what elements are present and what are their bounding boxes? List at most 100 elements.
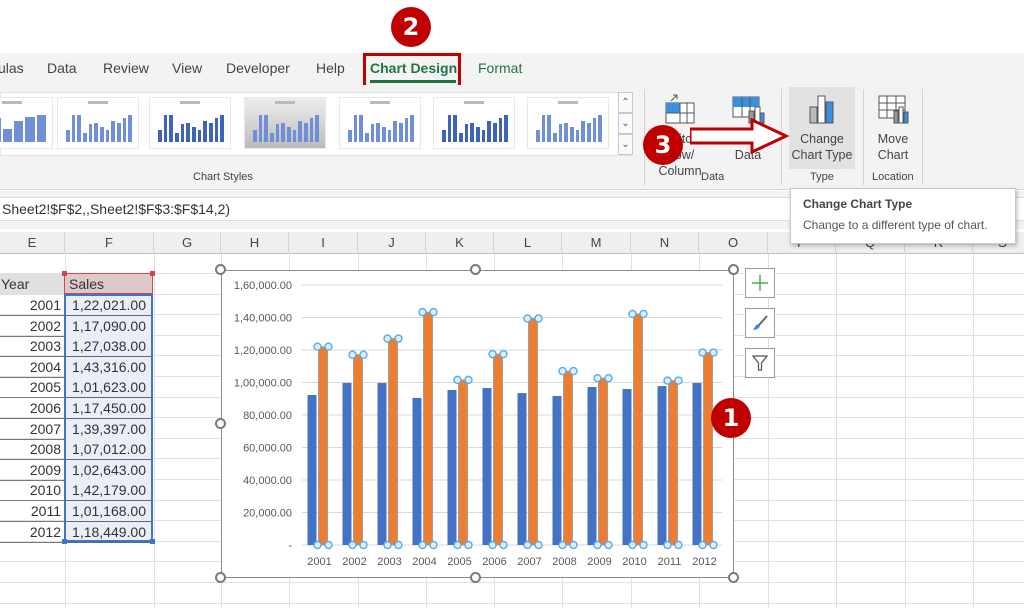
selection-handle <box>499 349 508 359</box>
column-header-k[interactable]: K <box>426 232 494 254</box>
bar-series1 <box>377 382 387 545</box>
change-chart-type-label-2: Chart Type <box>791 148 853 162</box>
tab-developer[interactable]: Developer <box>226 60 290 76</box>
year-cell[interactable]: 2006 <box>0 398 64 419</box>
column-header-h[interactable]: H <box>221 232 289 254</box>
tab-data[interactable]: Data <box>47 60 77 76</box>
column-header-i[interactable]: I <box>289 232 358 254</box>
selection-handle <box>569 366 578 376</box>
year-cell[interactable]: 2010 <box>0 480 64 502</box>
bar-sales <box>353 354 363 546</box>
range-handle[interactable] <box>62 271 67 276</box>
switch-row-column-label-2: Column <box>658 164 702 178</box>
year-cell[interactable]: 2003 <box>0 336 64 358</box>
change-chart-type-button[interactable]: Change Chart Type <box>789 87 855 169</box>
bar-sales <box>598 377 608 546</box>
chart-resize-handle[interactable] <box>470 572 481 583</box>
tab-view[interactable]: View <box>172 60 202 76</box>
selection-handle <box>359 350 368 359</box>
year-cell[interactable]: 2005 <box>0 377 64 399</box>
chart-style-thumb[interactable] <box>433 97 515 149</box>
bar-sales <box>458 379 468 546</box>
chart-resize-handle[interactable] <box>215 418 226 429</box>
tooltip-title: Change Chart Type <box>803 197 913 211</box>
sales-cell[interactable]: 1,01,623.00 <box>66 377 152 399</box>
column-header-g[interactable]: G <box>154 232 221 254</box>
chart-resize-handle[interactable] <box>215 264 226 275</box>
range-handle[interactable] <box>150 539 155 544</box>
sales-cell[interactable]: 1,18,449.00 <box>66 521 152 543</box>
year-cell[interactable]: 2008 <box>0 439 64 461</box>
tab-review[interactable]: Review <box>103 60 149 76</box>
selection-handle <box>709 348 718 357</box>
chart-styles-button[interactable] <box>745 308 775 338</box>
selection-handle <box>569 540 578 550</box>
tab-formulas[interactable]: ulas <box>0 60 24 76</box>
sales-cell[interactable]: 1,43,316.00 <box>66 356 152 378</box>
chart-style-thumb[interactable] <box>57 97 139 149</box>
year-cell[interactable]: 2012 <box>0 522 64 543</box>
sales-cell[interactable]: 1,22,021.00 <box>66 295 152 316</box>
chart-resize-handle[interactable] <box>728 572 739 583</box>
change-chart-type-label-1: Change <box>800 132 844 146</box>
x-tick-label: 2002 <box>342 556 366 568</box>
sales-cell[interactable]: 1,17,090.00 <box>66 315 152 337</box>
sales-cell[interactable]: 1,27,038.00 <box>66 336 152 358</box>
selection-handle <box>698 348 707 357</box>
selection-handle <box>674 376 683 385</box>
selection-handle <box>313 342 322 351</box>
bar-sales <box>528 317 538 546</box>
sales-cell[interactable]: 1,02,643.00 <box>66 459 152 481</box>
x-tick-label: 2001 <box>307 556 331 568</box>
x-tick-label: 2011 <box>658 556 682 568</box>
chart-resize-handle[interactable] <box>728 264 739 275</box>
chart-resize-handle[interactable] <box>215 572 226 583</box>
x-tick-label: 2008 <box>552 556 576 568</box>
header-year[interactable]: Year <box>0 274 64 295</box>
chart-style-thumb[interactable] <box>0 97 53 149</box>
year-cell[interactable]: 2002 <box>0 316 64 337</box>
chart-style-thumb-selected[interactable] <box>244 97 326 149</box>
column-header-m[interactable]: M <box>562 232 631 254</box>
chart-style-thumb[interactable] <box>527 97 609 149</box>
selection-handle <box>523 314 532 323</box>
column-chart[interactable]: - 20,000.00 40,000.00 60,000.00 80,000.00 1,0… <box>221 270 734 578</box>
bar-series1 <box>517 393 527 545</box>
column-header-f[interactable]: F <box>65 232 154 254</box>
range-handle[interactable] <box>150 271 155 276</box>
sales-cell[interactable]: 1,42,179.00 <box>66 480 152 502</box>
sales-cell[interactable]: 1,39,397.00 <box>66 418 152 440</box>
chart-resize-handle[interactable] <box>470 264 481 275</box>
group-label-location: Location <box>872 171 914 183</box>
year-cell[interactable]: 2001 <box>0 295 64 316</box>
tab-help[interactable]: Help <box>316 60 345 76</box>
chart-style-thumb[interactable] <box>339 97 421 149</box>
sales-cell[interactable]: 1,17,450.00 <box>66 398 152 419</box>
y-tick-label: 1,60,000.00 <box>234 280 292 292</box>
header-sales[interactable]: Sales <box>64 273 153 294</box>
chart-elements-button[interactable] <box>745 268 775 298</box>
group-separator <box>863 89 864 185</box>
year-cell[interactable]: 2011 <box>0 501 64 522</box>
bar-sales <box>633 313 643 546</box>
chart-style-thumb[interactable] <box>149 97 231 149</box>
year-cell[interactable]: 2009 <box>0 460 64 481</box>
gallery-more-button[interactable]: ⌄ <box>618 134 633 155</box>
x-tick-label: 2006 <box>482 556 506 568</box>
sales-cell[interactable]: 1,01,168.00 <box>66 501 152 522</box>
column-header-j[interactable]: J <box>358 232 426 254</box>
grid-column-line <box>154 254 155 608</box>
chart-filters-button[interactable] <box>745 348 775 378</box>
column-header-n[interactable]: N <box>631 232 699 254</box>
year-cell[interactable]: 2007 <box>0 419 64 440</box>
sales-cell[interactable]: 1,07,012.00 <box>66 439 152 461</box>
range-handle[interactable] <box>62 539 67 544</box>
year-cell[interactable]: 2004 <box>0 357 64 378</box>
gallery-up-button[interactable]: ⌃ <box>618 92 633 113</box>
tab-format[interactable]: Format <box>478 60 522 76</box>
column-header-e[interactable]: E <box>0 232 65 254</box>
gallery-down-button[interactable]: ⌄ <box>618 113 633 134</box>
move-chart-button[interactable]: Move Chart <box>869 87 917 169</box>
column-header-o[interactable]: O <box>699 232 768 254</box>
column-header-l[interactable]: L <box>494 232 562 254</box>
